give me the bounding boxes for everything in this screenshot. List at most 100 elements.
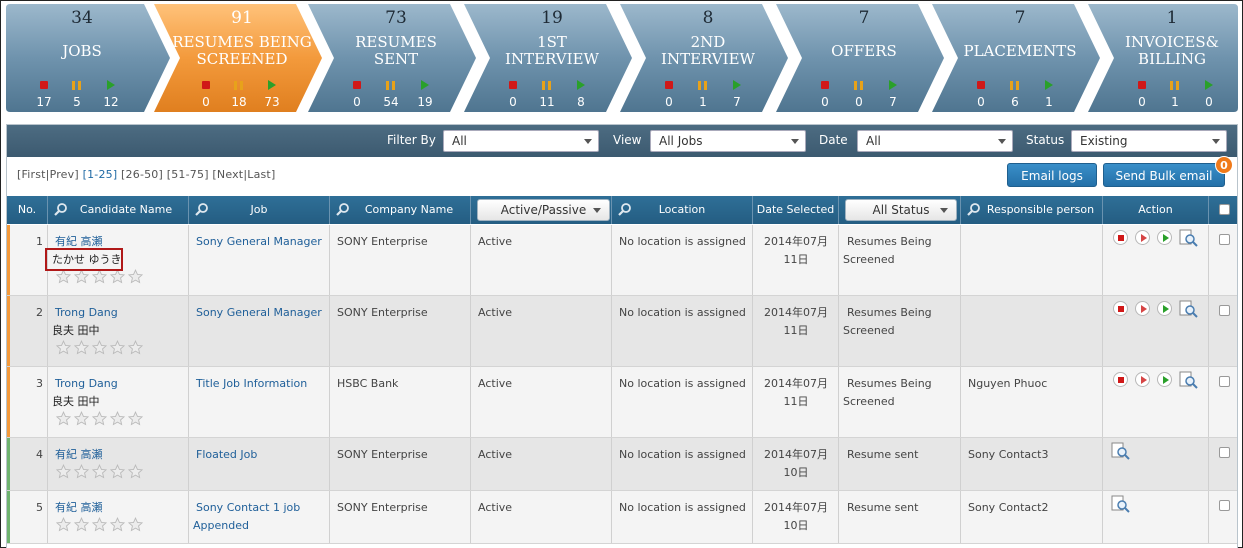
status-select[interactable]: Existing [1071,130,1227,152]
row-select-checkbox[interactable] [1219,305,1230,316]
search-icon[interactable] [967,202,981,216]
email-logs-button[interactable]: Email logs [1007,163,1097,187]
job-link[interactable]: Floated Job [196,446,257,464]
star-icon[interactable] [73,340,90,358]
page-last-link[interactable]: Last [247,168,271,181]
star-icon[interactable] [109,411,126,429]
search-icon[interactable] [54,202,68,216]
col-company-name[interactable]: Company Name [330,196,471,224]
date-select[interactable]: All [857,130,1013,152]
view-select[interactable]: All Jobs [650,130,806,152]
paused-count[interactable]: 5 [62,95,92,109]
stopped-count[interactable]: 17 [29,95,59,109]
stage-1st-interview[interactable]: 19 1ST INTERVIEW 0 11 8 [464,4,636,113]
star-icon[interactable] [73,269,90,287]
star-icon[interactable] [91,464,108,482]
stopped-count[interactable]: 0 [498,95,528,109]
active-count[interactable]: 7 [878,95,908,109]
view-details-icon[interactable] [1111,495,1131,515]
stopped-count[interactable]: 0 [654,95,684,109]
candidate-name-link[interactable]: 有紀 高瀬 [55,446,103,464]
star-icon[interactable] [127,340,144,358]
col-candidate-name[interactable]: Candidate Name [48,196,189,224]
job-link[interactable]: Sony Contact 1 job [196,499,300,517]
active-count[interactable]: 0 [1194,95,1224,109]
star-icon[interactable] [109,517,126,535]
col-responsible-person[interactable]: Responsible person [961,196,1103,224]
star-icon[interactable] [127,517,144,535]
star-icon[interactable] [73,411,90,429]
rating-stars[interactable] [55,340,146,358]
row-select-checkbox[interactable] [1219,500,1230,511]
stopped-count[interactable]: 0 [966,95,996,109]
paused-count[interactable]: 1 [688,95,718,109]
star-icon[interactable] [91,517,108,535]
view-details-icon[interactable] [1111,442,1131,462]
rating-stars[interactable] [55,269,146,287]
view-details-icon[interactable] [1179,300,1199,320]
job-link[interactable]: Sony General Manager [196,304,322,322]
col-date-selected[interactable]: Date Selected [753,196,839,224]
play-button[interactable] [1157,372,1172,387]
star-icon[interactable] [55,269,72,287]
stage-invoices-billing[interactable]: 1 INVOICES& BILLING 0 1 0 [1088,4,1238,113]
stopped-count[interactable]: 0 [191,95,221,109]
col-job[interactable]: Job [189,196,330,224]
stage-placements[interactable]: 7 PLACEMENTS 0 6 1 [932,4,1104,113]
active-count[interactable]: 19 [410,95,440,109]
paused-count[interactable]: 54 [376,95,406,109]
star-icon[interactable] [55,517,72,535]
send-bulk-email-button[interactable]: Send Bulk email [1103,163,1225,187]
stop-button[interactable] [1113,301,1128,316]
active-count[interactable]: 7 [722,95,752,109]
pause-button[interactable] [1135,230,1150,245]
stage-2nd-interview[interactable]: 8 2ND INTERVIEW 0 1 7 [620,4,792,113]
paused-count[interactable]: 6 [1000,95,1030,109]
paused-count[interactable]: 18 [224,95,254,109]
page-link-current[interactable]: [1-25] [83,168,118,181]
candidate-name-link[interactable]: Trong Dang [55,375,118,393]
paused-count[interactable]: 11 [532,95,562,109]
paused-count[interactable]: 0 [844,95,874,109]
stage-jobs[interactable]: 34 JOBS 17 5 12 [6,4,172,113]
job-link[interactable]: Title Job Information [196,375,307,393]
search-icon[interactable] [618,202,632,216]
star-icon[interactable] [127,269,144,287]
pause-button[interactable] [1135,372,1150,387]
star-icon[interactable] [91,340,108,358]
stage-resumes-sent[interactable]: 73 RESUMES SENT 0 54 19 [308,4,480,113]
view-details-icon[interactable] [1179,229,1199,249]
rating-stars[interactable] [55,464,146,482]
rating-stars[interactable] [55,411,146,429]
select-all-checkbox[interactable] [1219,204,1230,215]
filter-by-select[interactable]: All [443,130,599,152]
star-icon[interactable] [73,464,90,482]
stopped-count[interactable]: 0 [342,95,372,109]
search-icon[interactable] [195,202,209,216]
active-count[interactable]: 1 [1034,95,1064,109]
search-icon[interactable] [336,202,350,216]
page-next-link[interactable]: Next [217,168,243,181]
star-icon[interactable] [55,411,72,429]
star-icon[interactable] [91,269,108,287]
star-icon[interactable] [55,340,72,358]
page-prev-link[interactable]: Prev [50,168,75,181]
play-button[interactable] [1157,301,1172,316]
stopped-count[interactable]: 0 [810,95,840,109]
stop-button[interactable] [1113,372,1128,387]
candidate-name-link[interactable]: 有紀 高瀬 [55,499,103,517]
star-icon[interactable] [55,464,72,482]
pause-button[interactable] [1135,301,1150,316]
paused-count[interactable]: 1 [1160,95,1190,109]
star-icon[interactable] [91,411,108,429]
all-status-select[interactable]: All Status [845,199,957,221]
active-count[interactable]: 73 [257,95,287,109]
page-link[interactable]: [51-75] [167,168,209,181]
job-link-continued[interactable]: Appended [193,517,249,535]
job-link[interactable]: Sony General Manager [196,233,322,251]
star-icon[interactable] [109,269,126,287]
star-icon[interactable] [109,340,126,358]
active-count[interactable]: 8 [566,95,596,109]
page-first-link[interactable]: First [22,168,46,181]
stopped-count[interactable]: 0 [1127,95,1157,109]
